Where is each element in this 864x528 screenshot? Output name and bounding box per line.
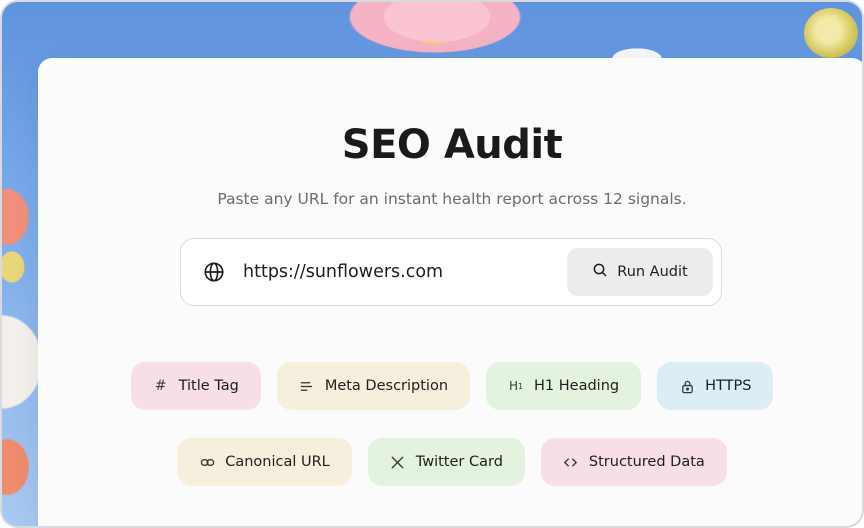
url-input[interactable] — [243, 255, 563, 289]
chip-label: Structured Data — [588, 454, 705, 470]
page-subtitle: Paste any URL for an instant health repo… — [217, 190, 687, 208]
chip-label: Canonical URL — [225, 454, 330, 470]
text-lines-icon — [299, 378, 315, 394]
heading-icon: H1 — [508, 379, 524, 393]
chip-https[interactable]: HTTPS — [657, 362, 774, 410]
run-audit-button[interactable]: Run Audit — [567, 248, 713, 296]
chip-label: H1 Heading — [534, 378, 620, 394]
run-audit-label: Run Audit — [617, 264, 688, 280]
audit-card: SEO Audit Paste any URL for an instant h… — [38, 58, 862, 526]
chip-h1-heading[interactable]: H1 H1 Heading — [486, 362, 642, 410]
lock-icon — [679, 378, 695, 394]
page-title: SEO Audit — [341, 122, 563, 168]
x-logo-icon — [390, 454, 406, 470]
code-icon — [563, 454, 579, 470]
signal-chips-row-2: Canonical URL Twitter Card Structured Da… — [38, 438, 862, 486]
chip-canonical-url[interactable]: Canonical URL — [177, 438, 352, 486]
link-icon — [199, 454, 215, 470]
chip-label: Meta Description — [324, 378, 449, 394]
background-flower — [2, 422, 42, 512]
app-window: SEO Audit Paste any URL for an instant h… — [0, 0, 864, 528]
search-icon — [592, 262, 608, 282]
chip-title-tag[interactable]: # Title Tag — [130, 362, 261, 410]
chip-twitter-card[interactable]: Twitter Card — [367, 438, 525, 486]
background-flower-bud — [804, 8, 858, 58]
chip-structured-data[interactable]: Structured Data — [540, 438, 727, 486]
globe-icon — [203, 261, 225, 283]
url-search-bar: Run Audit — [180, 238, 722, 306]
hash-icon: # — [154, 378, 167, 394]
chip-label: Title Tag — [178, 378, 239, 394]
chip-meta-description[interactable]: Meta Description — [276, 362, 471, 410]
signal-chips-row-1: # Title Tag Meta Description H1 H1 Headi… — [38, 362, 862, 410]
chip-label: Twitter Card — [415, 454, 503, 470]
chip-label: HTTPS — [705, 378, 752, 394]
